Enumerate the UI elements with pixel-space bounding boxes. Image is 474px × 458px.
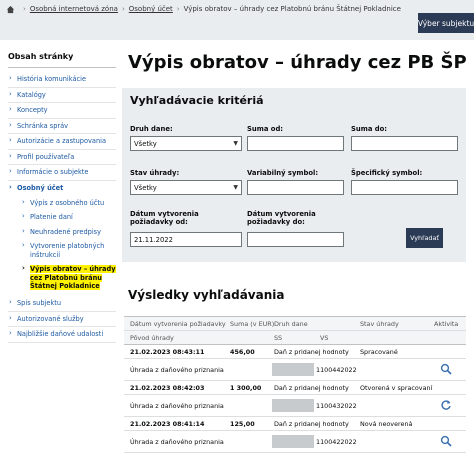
column-header-origin: Pôvod úhrady bbox=[130, 333, 174, 342]
sidebar-item-authorized-services[interactable]: Autorizované služby bbox=[8, 312, 116, 328]
sidebar-subitem-statement[interactable]: Výpis z osobného účtu bbox=[8, 196, 116, 211]
magnifier-icon[interactable] bbox=[440, 435, 452, 447]
tax-type-label: Druh dane: bbox=[130, 125, 173, 133]
row-tax-type: Daň z pridanej hodnoty bbox=[274, 347, 349, 356]
breadcrumb-separator: › bbox=[23, 5, 26, 13]
page-title: Výpis obratov – úhrady cez PB ŠP bbox=[128, 52, 467, 73]
magnifier-icon[interactable] bbox=[440, 363, 452, 375]
breadcrumb-item-account[interactable]: Osobný účet bbox=[129, 5, 173, 13]
column-header-date: Dátum vytvorenia požiadavky bbox=[130, 319, 226, 328]
payment-status-value: Všetky bbox=[134, 183, 157, 192]
table-row[interactable]: 21.02.2023 08:42:03 1 300,00 Daň z prida… bbox=[124, 381, 466, 395]
sidebar-item-drafts[interactable]: Koncepty bbox=[8, 103, 116, 119]
row-tax-type: Daň z pridanej hodnoty bbox=[274, 383, 349, 392]
row-date: 21.02.2023 08:43:11 bbox=[130, 347, 205, 356]
row-status: Otvorená v spracovaní bbox=[360, 383, 433, 392]
table-subheader-row: Pôvod úhrady SS VS bbox=[124, 331, 466, 345]
redacted-ss bbox=[272, 399, 314, 412]
row-status: Spracované bbox=[360, 347, 398, 356]
sidebar-subitem-tax-payment[interactable]: Platenie daní bbox=[8, 210, 116, 225]
refresh-icon[interactable] bbox=[440, 399, 452, 411]
row-tax-type: Daň z pridanej hodnoty bbox=[274, 419, 349, 428]
breadcrumb-item-zone[interactable]: Osobná internetová zóna bbox=[30, 5, 118, 13]
row-amount: 1 300,00 bbox=[230, 383, 262, 392]
table-header-row: Dátum vytvorenia požiadavky Suma (v EUR)… bbox=[124, 317, 466, 331]
specific-symbol-label: Špecifický symbol: bbox=[351, 169, 423, 177]
date-to-label: Dátum vytvorenia požiadavky do: bbox=[247, 210, 359, 227]
search-criteria-panel: Vyhľadávacie kritériá Druh dane: Všetky … bbox=[122, 88, 466, 262]
payment-status-select[interactable]: Všetky ▼ bbox=[130, 180, 242, 195]
date-from-value: 21.11.2022 bbox=[134, 235, 173, 244]
payment-status-label: Stav úhrady: bbox=[130, 169, 180, 177]
column-header-vs: VS bbox=[320, 333, 329, 342]
date-from-input[interactable]: 21.11.2022 bbox=[130, 232, 242, 247]
sidebar-subitem-unpaid[interactable]: Neuhradené predpisy bbox=[8, 225, 116, 240]
row-amount: 125,00 bbox=[230, 419, 255, 428]
specific-symbol-input[interactable] bbox=[351, 180, 458, 195]
sidebar: Obsah stránky História komunikácie Katal… bbox=[8, 52, 116, 343]
column-header-amount: Suma (v EUR) bbox=[230, 319, 275, 328]
top-bar: › Osobná internetová zóna › Osobný účet … bbox=[0, 0, 474, 40]
amount-to-input[interactable] bbox=[351, 136, 458, 151]
sidebar-item-personal-account[interactable]: Osobný účet bbox=[8, 181, 116, 196]
chevron-down-icon: ▼ bbox=[233, 140, 238, 147]
select-subject-button[interactable]: Výber subjektu bbox=[418, 13, 474, 33]
table-row-detail: Úhrada z daňového priznania 1100432022 bbox=[124, 395, 466, 417]
sidebar-item-inbox[interactable]: Schránka správ bbox=[8, 119, 116, 135]
chevron-down-icon: ▼ bbox=[233, 184, 238, 191]
variable-symbol-input[interactable] bbox=[247, 180, 344, 195]
sidebar-active-label: Výpis obratov – úhrady cez Platobnú brán… bbox=[30, 265, 116, 291]
breadcrumb-item-current: Výpis obratov – úhrady cez Platobnú brán… bbox=[183, 5, 401, 13]
row-amount: 456,00 bbox=[230, 347, 255, 356]
results-table: Dátum vytvorenia požiadavky Suma (v EUR)… bbox=[124, 316, 466, 453]
date-from-label: Dátum vytvorenia požiadavky od: bbox=[130, 210, 242, 227]
row-vs: 1100422022 bbox=[316, 437, 357, 446]
sidebar-item-catalogs[interactable]: Katalógy bbox=[8, 88, 116, 104]
column-header-tax-type: Druh dane bbox=[274, 319, 308, 328]
breadcrumb: › Osobná internetová zóna › Osobný účet … bbox=[6, 2, 401, 16]
breadcrumb-separator: › bbox=[121, 5, 125, 13]
variable-symbol-label: Variabilný symbol: bbox=[247, 169, 319, 177]
date-to-input[interactable] bbox=[247, 232, 344, 247]
row-vs: 1100442022 bbox=[316, 365, 357, 374]
search-criteria-title: Vyhľadávacie kritériá bbox=[130, 94, 264, 107]
column-header-activity: Aktivita bbox=[434, 319, 459, 328]
tax-type-select[interactable]: Všetky ▼ bbox=[130, 136, 242, 151]
sidebar-item-authorizations[interactable]: Autorizácie a zastupovania bbox=[8, 134, 116, 150]
sidebar-item-tax-events[interactable]: Najbližšie daňové udalosti bbox=[8, 327, 116, 343]
sidebar-item-profile[interactable]: Profil používateľa bbox=[8, 150, 116, 166]
date-from-label-text: Dátum vytvorenia požiadavky od: bbox=[130, 210, 199, 227]
amount-to-label: Suma do: bbox=[351, 125, 388, 133]
table-row[interactable]: 21.02.2023 08:43:11 456,00 Daň z pridane… bbox=[124, 345, 466, 359]
row-status: Nová neoverená bbox=[360, 419, 413, 428]
amount-from-label: Suma od: bbox=[247, 125, 284, 133]
row-origin: Úhrada z daňového priznania bbox=[130, 401, 224, 410]
home-icon[interactable] bbox=[6, 5, 15, 14]
sidebar-item-subject-info[interactable]: Informácie o subjekte bbox=[8, 165, 116, 181]
row-origin: Úhrada z daňového priznania bbox=[130, 437, 224, 446]
results-title: Výsledky vyhľadávania bbox=[128, 288, 285, 302]
table-row-detail: Úhrada z daňového priznania 1100442022 bbox=[124, 359, 466, 381]
table-row[interactable]: 21.02.2023 08:41:14 125,00 Daň z pridane… bbox=[124, 417, 466, 431]
date-to-label-text: Dátum vytvorenia požiadavky do: bbox=[247, 210, 316, 227]
sidebar-title: Obsah stránky bbox=[8, 52, 116, 68]
row-vs: 1100432022 bbox=[316, 401, 357, 410]
breadcrumb-separator: › bbox=[176, 5, 180, 13]
redacted-ss bbox=[272, 435, 314, 448]
column-header-status: Stav úhrady bbox=[360, 319, 399, 328]
sidebar-subitem-active[interactable]: Výpis obratov – úhrady cez Platobnú brán… bbox=[8, 262, 116, 294]
table-row-detail: Úhrada z daňového priznania 1100422022 bbox=[124, 431, 466, 453]
sidebar-item-history[interactable]: História komunikácie bbox=[8, 72, 116, 88]
redacted-ss bbox=[272, 363, 314, 376]
search-button[interactable]: Vyhľadať bbox=[406, 228, 443, 248]
row-date: 21.02.2023 08:41:14 bbox=[130, 419, 205, 428]
tax-type-value: Všetky bbox=[134, 139, 157, 148]
sidebar-item-subject-file[interactable]: Spis subjektu bbox=[8, 296, 116, 312]
column-header-ss: SS bbox=[274, 333, 283, 342]
row-date: 21.02.2023 08:42:03 bbox=[130, 383, 205, 392]
amount-from-input[interactable] bbox=[247, 136, 344, 151]
row-origin: Úhrada z daňového priznania bbox=[130, 365, 224, 374]
sidebar-subitem-payment-instructions[interactable]: Vytvorenie platobných inštrukcií bbox=[8, 239, 116, 262]
